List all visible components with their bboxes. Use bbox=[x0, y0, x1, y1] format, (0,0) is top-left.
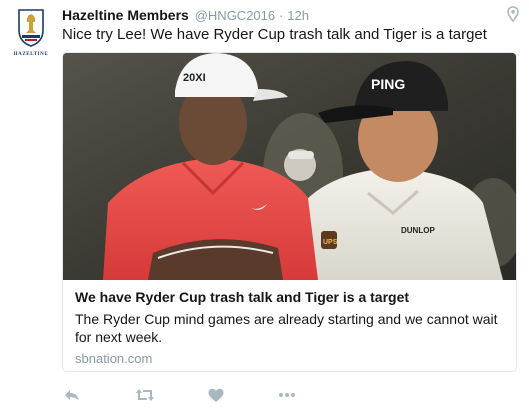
card-body[interactable]: We have Ryder Cup trash talk and Tiger i… bbox=[63, 280, 516, 368]
tweet[interactable]: HAZELTINE Hazeltine Members @HNGC2016 · … bbox=[0, 0, 529, 409]
card-image[interactable]: PING DUNLOP UPS 20XI bbox=[63, 53, 516, 280]
location-pin-icon[interactable] bbox=[507, 6, 519, 22]
author-handle[interactable]: @HNGC2016 bbox=[195, 8, 275, 23]
more-icon bbox=[279, 393, 295, 397]
shirt-badge-right: UPS bbox=[323, 239, 338, 246]
ryder-cup-crest-icon bbox=[18, 9, 44, 47]
tweet-header: Hazeltine Members @HNGC2016 · 12h bbox=[62, 6, 499, 25]
shirt-logo-right: DUNLOP bbox=[401, 226, 435, 235]
reply-icon bbox=[65, 390, 79, 400]
separator-dot: · bbox=[279, 8, 284, 23]
retweet-icon bbox=[136, 389, 154, 401]
tweet-actions bbox=[62, 386, 362, 404]
author-name[interactable]: Hazeltine Members bbox=[62, 7, 189, 23]
avatar-label: HAZELTINE bbox=[13, 52, 49, 57]
tweet-timestamp[interactable]: 12h bbox=[287, 8, 309, 23]
more-button[interactable] bbox=[278, 386, 296, 404]
like-button[interactable] bbox=[208, 386, 224, 404]
retweet-button[interactable] bbox=[135, 386, 155, 404]
heart-icon bbox=[208, 388, 224, 402]
cap-logo-left: 20XI bbox=[183, 72, 206, 84]
link-card[interactable]: PING DUNLOP UPS 20XI We have Ryder Cup t… bbox=[62, 52, 517, 372]
card-domain[interactable]: sbnation.com bbox=[75, 350, 504, 368]
tweet-text: Nice try Lee! We have Ryder Cup trash ta… bbox=[62, 26, 487, 43]
reply-button[interactable] bbox=[64, 386, 80, 404]
card-title[interactable]: We have Ryder Cup trash talk and Tiger i… bbox=[75, 288, 504, 306]
card-description: The Ryder Cup mind games are already sta… bbox=[75, 311, 498, 345]
avatar[interactable]: HAZELTINE bbox=[10, 6, 52, 66]
golfers-photo: PING DUNLOP UPS 20XI bbox=[63, 53, 516, 280]
cap-logo-right: PING bbox=[371, 76, 405, 92]
